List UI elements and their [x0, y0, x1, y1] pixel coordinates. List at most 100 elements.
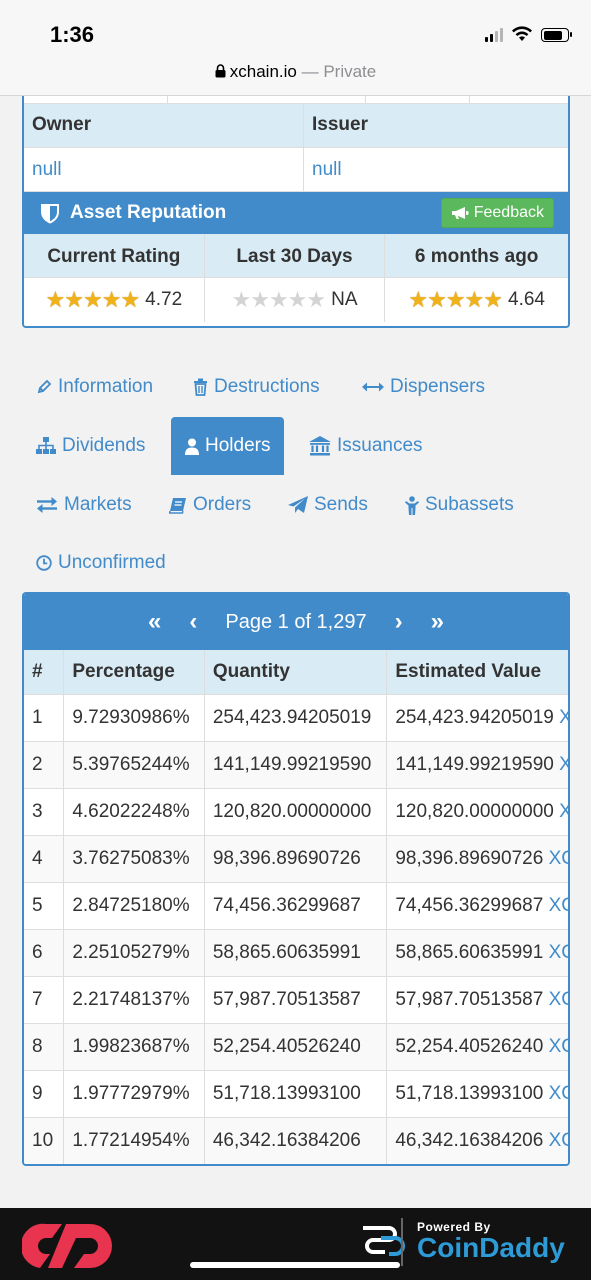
value-asset-link[interactable]: X — [559, 707, 568, 728]
exchange-icon — [37, 497, 57, 513]
cell-quantity: 141,149.99219590 — [204, 741, 388, 789]
cell-percentage: 2.84725180% — [63, 882, 205, 930]
tab-sends[interactable]: Sends — [274, 476, 382, 534]
battery-icon — [541, 28, 572, 42]
cell-rank: 5 — [24, 882, 65, 930]
issuer-label: Issuer — [312, 114, 368, 135]
page-indicator: Page 1 of 1,297 — [225, 610, 367, 633]
tab-dividends[interactable]: Dividends — [22, 417, 159, 475]
tab-orders[interactable]: Orders — [155, 476, 265, 534]
cell-estimated-value: 51,718.13993100 XC — [386, 1070, 568, 1118]
feedback-label: Feedback — [473, 204, 544, 221]
cell-estimated-value: 254,423.94205019 X — [386, 694, 568, 742]
cell-percentage: 5.39765244% — [63, 741, 205, 789]
value-asset-link[interactable]: X — [559, 754, 568, 775]
first-page-icon[interactable]: « — [148, 608, 161, 636]
value-amount: 51,718.13993100 — [395, 1082, 544, 1104]
arrows-h-icon — [362, 382, 384, 392]
bank-icon — [309, 436, 331, 456]
tab-label: Unconfirmed — [58, 552, 166, 573]
asset-reputation-header: Asset Reputation Feedback — [24, 192, 568, 234]
tab-label: Sends — [314, 494, 368, 515]
brand-name: CoinDaddy — [417, 1232, 565, 1263]
tab-unconfirmed[interactable]: Unconfirmed — [22, 534, 180, 592]
tab-destructions[interactable]: Destructions — [179, 358, 334, 416]
table-row: 7 2.21748137% 57,987.70513587 57,987.705135… — [24, 976, 568, 1024]
asset-info-card: Owner Issuer null null Asset Reputation … — [22, 96, 570, 328]
ad-banner[interactable]: Powered By CoinDaddy — [0, 1208, 591, 1280]
value-asset-link[interactable]: XC — [549, 1083, 568, 1104]
table-row: 6 2.25105279% 58,865.60635991 58,865.606359… — [24, 929, 568, 977]
cell-estimated-value: 98,396.89690726 XC — [386, 835, 568, 883]
rating-30days-value: NA — [331, 289, 358, 310]
holders-header-row: # Percentage Quantity Estimated Value — [24, 650, 568, 695]
rating-values-row: ★★★★★ 4.72 ★★★★★ NA ★★★★★ 4.64 — [24, 278, 568, 322]
cell-percentage: 4.62022248% — [63, 788, 205, 836]
cell-rank: 2 — [24, 741, 65, 789]
feedback-button[interactable]: Feedback — [440, 198, 554, 228]
cell-rank: 10 — [24, 1117, 65, 1164]
cell-percentage: 2.21748137% — [63, 976, 205, 1024]
rating-30days: ★★★★★ NA — [205, 278, 386, 322]
value-asset-link[interactable]: XC — [549, 848, 568, 869]
value-asset-link[interactable]: X — [559, 801, 568, 822]
cell-quantity: 46,342.16384206 — [204, 1117, 388, 1164]
rating-current: ★★★★★ 4.72 — [24, 278, 205, 322]
home-indicator[interactable] — [190, 1262, 400, 1268]
issuer-value-link[interactable]: null — [304, 148, 350, 191]
value-amount: 141,149.99219590 — [395, 753, 554, 775]
rating-header-row: Current Rating Last 30 Days 6 months ago — [24, 234, 568, 278]
tab-issuances[interactable]: Issuances — [295, 417, 437, 475]
value-asset-link[interactable]: XC — [549, 895, 568, 916]
cell-quantity: 254,423.94205019 — [204, 694, 388, 742]
owner-value-link[interactable]: null — [24, 148, 304, 191]
value-asset-link[interactable]: XC — [549, 942, 568, 963]
address-bar[interactable]: xchain.io — Private — [0, 62, 591, 82]
tab-holders[interactable]: Holders — [171, 417, 285, 475]
holders-body: 1 9.72930986% 254,423.94205019 254,423.9420… — [24, 694, 568, 1164]
holders-panel: « ‹ Page 1 of 1,297 › » # Percentage Qua… — [22, 592, 570, 1166]
value-amount: 57,987.70513587 — [395, 988, 544, 1010]
prev-page-icon[interactable]: ‹ — [189, 608, 197, 636]
cell-rank: 1 — [24, 694, 65, 742]
cell-percentage: 2.25105279% — [63, 929, 205, 977]
value-amount: 58,865.60635991 — [395, 941, 544, 963]
tab-label: Markets — [64, 494, 132, 515]
cell-estimated-value: 141,149.99219590 X — [386, 741, 568, 789]
star-rating-icon: ★★★★★ — [231, 287, 326, 312]
cell-quantity: 98,396.89690726 — [204, 835, 388, 883]
cell-estimated-value: 58,865.60635991 XC — [386, 929, 568, 977]
paper-plane-icon — [288, 496, 308, 513]
tab-dispensers[interactable]: Dispensers — [348, 358, 499, 416]
cell-estimated-value: 120,820.00000000 X — [386, 788, 568, 836]
col-percentage: Percentage — [63, 650, 205, 695]
table-row: 4 3.76275083% 98,396.89690726 98,396.896907… — [24, 835, 568, 883]
rating-current-value: 4.72 — [145, 289, 183, 310]
star-rating-icon: ★★★★★ — [45, 287, 141, 312]
table-row: 9 1.97772979% 51,718.13993100 51,718.139931… — [24, 1070, 568, 1118]
last-page-icon[interactable]: » — [431, 608, 444, 636]
value-asset-link[interactable]: XC — [549, 1036, 568, 1057]
tab-label: Destructions — [214, 376, 320, 397]
reputation-title: Asset Reputation — [70, 202, 227, 223]
col-rank: # — [24, 650, 65, 695]
tab-information[interactable]: Information — [22, 358, 167, 416]
status-icons — [485, 26, 572, 42]
cellular-signal-icon — [485, 28, 503, 42]
tab-label: Subassets — [425, 494, 514, 515]
cell-percentage: 1.97772979% — [63, 1070, 205, 1118]
cell-rank: 9 — [24, 1070, 65, 1118]
browser-top-bar: 1:36 xchain.io — Private — [0, 0, 591, 96]
tab-markets[interactable]: Markets — [22, 476, 146, 534]
tab-subassets[interactable]: Subassets — [391, 476, 528, 534]
pencil-icon — [37, 379, 52, 394]
next-page-icon[interactable]: › — [395, 608, 403, 636]
table-row: 5 2.84725180% 74,456.36299687 74,456.362996… — [24, 882, 568, 930]
value-asset-link[interactable]: XC — [549, 1130, 568, 1151]
value-asset-link[interactable]: XC — [549, 989, 568, 1010]
bullhorn-icon — [451, 207, 469, 219]
previous-table-row-edge — [24, 96, 568, 104]
value-amount: 74,456.36299687 — [395, 894, 544, 916]
cell-quantity: 120,820.00000000 — [204, 788, 388, 836]
lock-icon — [215, 64, 226, 78]
